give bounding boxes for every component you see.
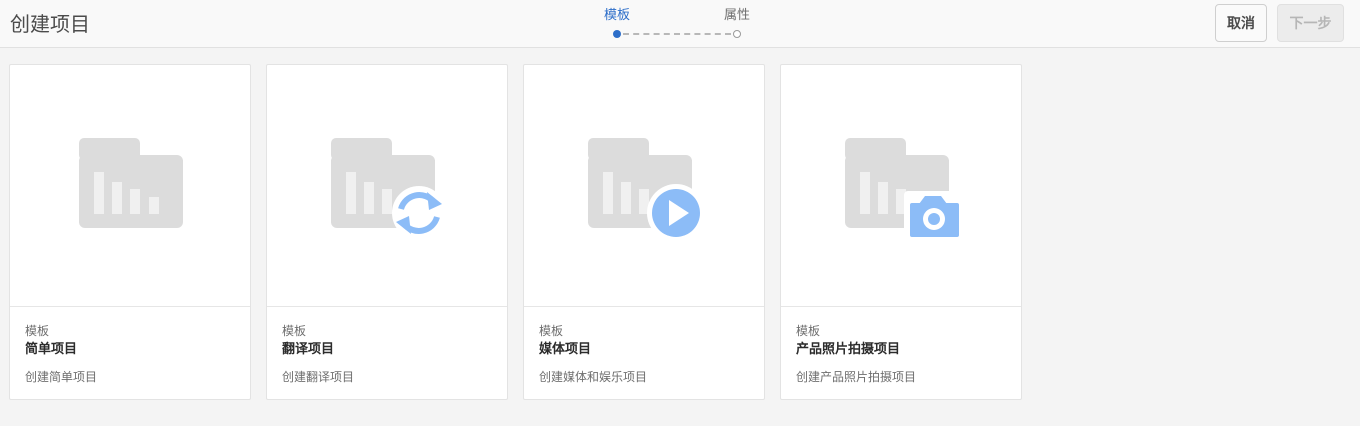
card-divider xyxy=(524,306,764,307)
step-connector xyxy=(623,33,731,35)
step-properties-label[interactable]: 属性 xyxy=(724,8,750,24)
step-template-dot xyxy=(613,30,621,38)
page-title: 创建项目 xyxy=(10,12,90,36)
folder-sync-icon xyxy=(331,138,446,240)
card-description: 创建媒体和娱乐项目 xyxy=(539,370,648,384)
step-properties-dot xyxy=(733,30,741,38)
template-card-simple[interactable]: 模板 简单项目 创建简单项目 xyxy=(9,64,251,400)
card-description: 创建产品照片拍摄项目 xyxy=(796,370,917,384)
template-card-product-photo[interactable]: 模板 产品照片拍摄项目 创建产品照片拍摄项目 xyxy=(780,64,1022,400)
top-bar: 创建项目 模板 属性 取消 下一步 xyxy=(0,0,1360,48)
card-thumbnail xyxy=(524,65,764,306)
card-kind: 模板 xyxy=(539,324,564,338)
card-name: 媒体项目 xyxy=(539,342,592,357)
card-kind: 模板 xyxy=(25,324,50,338)
card-thumbnail xyxy=(781,65,1021,306)
folder-play-icon xyxy=(588,138,705,242)
card-thumbnail xyxy=(267,65,507,306)
card-divider xyxy=(10,306,250,307)
folder-chart-icon xyxy=(79,138,183,228)
template-card-media[interactable]: 模板 媒体项目 创建媒体和娱乐项目 xyxy=(523,64,765,400)
card-thumbnail xyxy=(10,65,250,306)
card-name: 产品照片拍摄项目 xyxy=(796,342,901,357)
folder-camera-icon xyxy=(845,138,962,241)
card-name: 简单项目 xyxy=(25,342,78,357)
cancel-button[interactable]: 取消 xyxy=(1215,4,1267,42)
card-kind: 模板 xyxy=(796,324,821,338)
card-kind: 模板 xyxy=(282,324,307,338)
card-description: 创建简单项目 xyxy=(25,370,98,384)
next-button[interactable]: 下一步 xyxy=(1277,4,1344,42)
template-card-translation[interactable]: 模板 翻译项目 创建翻译项目 xyxy=(266,64,508,400)
card-description: 创建翻译项目 xyxy=(282,370,355,384)
step-template-label[interactable]: 模板 xyxy=(604,8,630,24)
card-divider xyxy=(781,306,1021,307)
card-divider xyxy=(267,306,507,307)
card-name: 翻译项目 xyxy=(282,342,335,357)
wizard-steps: 模板 属性 xyxy=(595,6,765,42)
